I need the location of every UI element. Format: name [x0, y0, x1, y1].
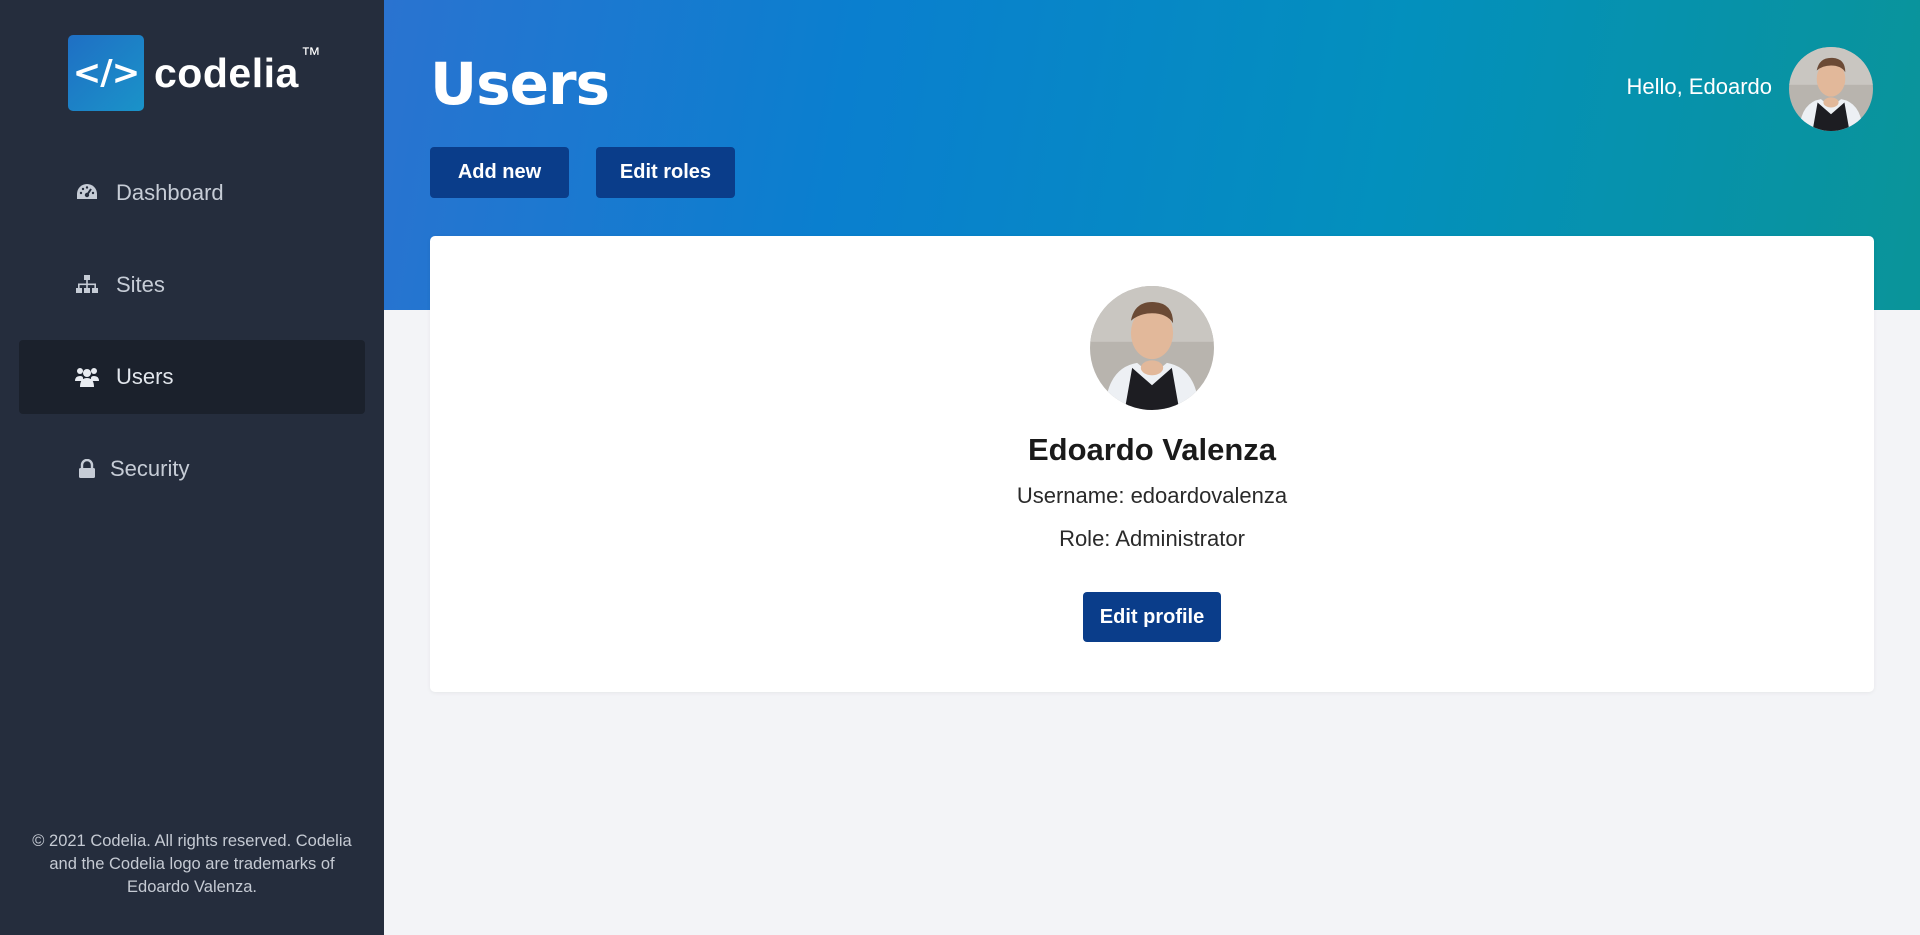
sitemap-icon: [74, 273, 100, 297]
user-greeting: Hello, Edoardo: [1626, 74, 1772, 99]
lock-icon: [74, 457, 100, 481]
page-title: Users: [430, 50, 610, 118]
sidebar-item-label: Users: [116, 364, 174, 389]
sidebar-item-label: Sites: [116, 272, 165, 297]
users-icon: [74, 365, 100, 389]
profile-username: Username: edoardovalenza: [1016, 483, 1288, 508]
sidebar-item-security[interactable]: Security: [19, 432, 365, 506]
trademark-symbol: ™: [300, 43, 322, 66]
profile-avatar: [1090, 286, 1214, 410]
brand-name: codelia ™: [154, 44, 321, 97]
header-avatar[interactable]: [1789, 47, 1873, 131]
edit-roles-button[interactable]: Edit roles: [596, 147, 735, 198]
copyright-footer: © 2021 Codelia. All rights reserved. Cod…: [32, 832, 352, 896]
sidebar-item-users[interactable]: Users: [19, 340, 365, 414]
code-brackets-icon: </>: [68, 35, 144, 111]
sidebar-item-dashboard[interactable]: Dashboard: [19, 156, 365, 230]
sidebar: </> codelia ™ Dashboard Sites Users Secu…: [0, 0, 384, 935]
profile-name: Edoardo Valenza: [1027, 432, 1277, 467]
brand-name-text: codelia: [154, 49, 299, 96]
sidebar-nav: Dashboard Sites Users Security: [19, 156, 365, 524]
sidebar-item-sites[interactable]: Sites: [19, 248, 365, 322]
sidebar-item-label: Security: [110, 456, 190, 481]
edit-profile-button[interactable]: Edit profile: [1083, 592, 1221, 642]
profile-role: Role: Administrator: [1059, 526, 1245, 551]
codelia-logo[interactable]: </> codelia ™: [68, 35, 321, 111]
add-new-button[interactable]: Add new: [430, 147, 569, 198]
sidebar-item-label: Dashboard: [116, 180, 224, 205]
user-profile-card: Edoardo Valenza Username: edoardovalenza…: [430, 236, 1874, 692]
dashboard-icon: [74, 181, 100, 205]
